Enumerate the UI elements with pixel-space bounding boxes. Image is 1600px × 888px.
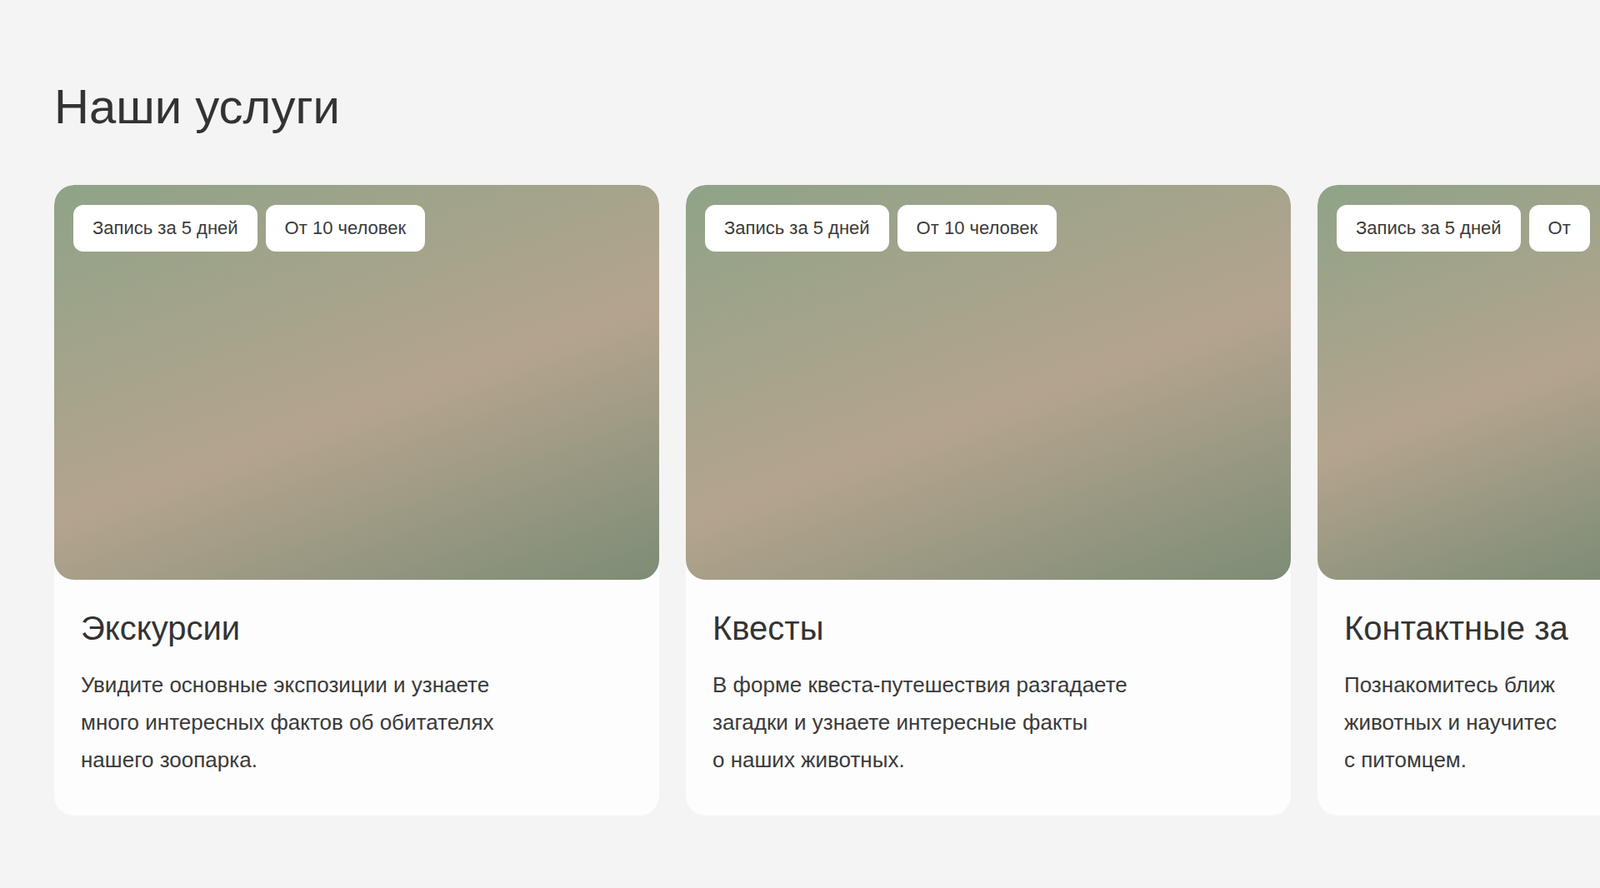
service-tag: От bbox=[1529, 205, 1590, 252]
service-tag: Запись за 5 дней bbox=[705, 205, 890, 252]
service-description: Познакомитесь ближживотных и научитесс п… bbox=[1344, 666, 1600, 780]
service-name: Экскурсии bbox=[80, 608, 633, 649]
tag-list: Запись за 5 днейОт bbox=[1336, 205, 1590, 252]
service-description: В форме квеста-путешествия разгадаетезаг… bbox=[712, 666, 1265, 780]
service-card[interactable]: Запись за 5 днейОт 10 человек Квесты В фор… bbox=[685, 185, 1291, 816]
card-body: Контактные за Познакомитесь ближживотных … bbox=[1317, 580, 1600, 816]
section-title: Наши услуги bbox=[54, 80, 1600, 134]
service-tag: Запись за 5 дней bbox=[73, 205, 258, 252]
service-card[interactable]: Запись за 5 днейОт Контактные за Познакоми… bbox=[1317, 185, 1600, 816]
description-line: о наших животных. bbox=[712, 741, 1265, 780]
service-name: Квесты bbox=[712, 608, 1265, 649]
services-row[interactable]: Запись за 5 днейОт 10 человекЭкскурсииУв… bbox=[54, 185, 1600, 816]
service-photo: Запись за 5 днейОт 10 человек bbox=[54, 185, 660, 580]
description-line: загадки и узнаете интересные факты bbox=[712, 704, 1265, 742]
services-section: Наши услугиЗапись за 5 днейОт 10 человек… bbox=[0, 0, 1600, 888]
service-tag: От 10 человек bbox=[897, 205, 1057, 252]
card-body: Квесты В форме квеста-путешествия разгада… bbox=[685, 580, 1291, 816]
service-photo: Запись за 5 днейОт 10 человек bbox=[685, 185, 1291, 580]
service-tag: Запись за 5 дней bbox=[1336, 205, 1521, 252]
service-description: Увидите основные экспозиции и узнаетемно… bbox=[80, 666, 633, 780]
service-card[interactable]: Запись за 5 днейОт 10 человек Экскурсии Ув… bbox=[54, 185, 660, 816]
card-body: Экскурсии Увидите основные экспозиции и у… bbox=[54, 580, 660, 816]
description-line: В форме квеста-путешествия разгадаете bbox=[712, 666, 1265, 705]
description-line: Увидите основные экспозиции и узнаете bbox=[80, 666, 633, 705]
tag-list: Запись за 5 днейОт 10 человек bbox=[705, 205, 1057, 252]
description-line: много интересных фактов об обитателях bbox=[80, 704, 633, 742]
description-line: нашего зоопарка. bbox=[80, 741, 633, 780]
description-line: Познакомитесь ближ bbox=[1344, 666, 1600, 705]
description-line: животных и научитес bbox=[1344, 704, 1600, 742]
service-photo: Запись за 5 днейОт bbox=[1317, 185, 1600, 580]
tag-list: Запись за 5 днейОт 10 человек bbox=[73, 205, 425, 252]
service-name: Контактные за bbox=[1344, 608, 1600, 649]
description-line: с питомцем. bbox=[1344, 741, 1600, 780]
service-tag: От 10 человек bbox=[265, 205, 425, 252]
